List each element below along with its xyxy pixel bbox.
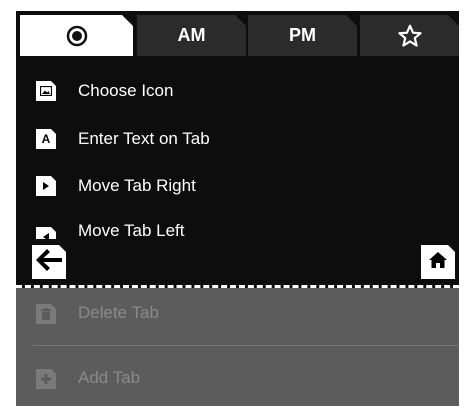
- menu-label: Add Tab: [78, 368, 141, 387]
- nav-strip: [16, 239, 459, 284]
- tab-bar: AM PM: [16, 11, 459, 56]
- tab-radio[interactable]: [20, 15, 133, 56]
- menu-label: Move Tab Left: [78, 221, 185, 240]
- chevron-right-icon: [36, 176, 56, 196]
- plus-icon: [36, 369, 56, 389]
- home-button[interactable]: [421, 245, 455, 279]
- tab-pm-label: PM: [289, 25, 316, 45]
- disabled-actions: Delete Tab Add Tab: [16, 288, 459, 406]
- star-outline-icon: [397, 23, 423, 49]
- arrow-left-icon: [36, 249, 62, 276]
- letter-a-icon: A: [36, 129, 56, 149]
- tab-star[interactable]: [360, 15, 459, 56]
- menu-item-enter-text[interactable]: A Enter Text on Tab: [16, 115, 459, 163]
- tab-am-label: AM: [177, 25, 206, 45]
- home-icon: [429, 252, 447, 273]
- menu-label: Move Tab Right: [78, 176, 196, 195]
- menu-item-choose-icon[interactable]: Choose Icon: [16, 67, 459, 115]
- menu-item-move-right[interactable]: Move Tab Right: [16, 162, 459, 210]
- letter-a-glyph: A: [41, 132, 51, 146]
- menu-item-delete-tab[interactable]: Delete Tab: [16, 288, 459, 340]
- menu-item-add-tab[interactable]: Add Tab: [16, 353, 459, 405]
- radio-circle-icon: [65, 24, 89, 48]
- tab-editor-panel: AM PM Choose Icon A Enter Text on Tab Mo…: [16, 11, 459, 406]
- back-button[interactable]: [32, 245, 66, 279]
- separator: [33, 345, 459, 346]
- menu-label: Delete Tab: [78, 303, 159, 322]
- tab-am[interactable]: AM: [137, 15, 246, 56]
- tab-pm[interactable]: PM: [248, 15, 357, 56]
- image-icon: [36, 81, 56, 101]
- trash-icon: [36, 304, 56, 324]
- menu-label: Enter Text on Tab: [78, 129, 210, 148]
- menu-label: Choose Icon: [78, 81, 174, 100]
